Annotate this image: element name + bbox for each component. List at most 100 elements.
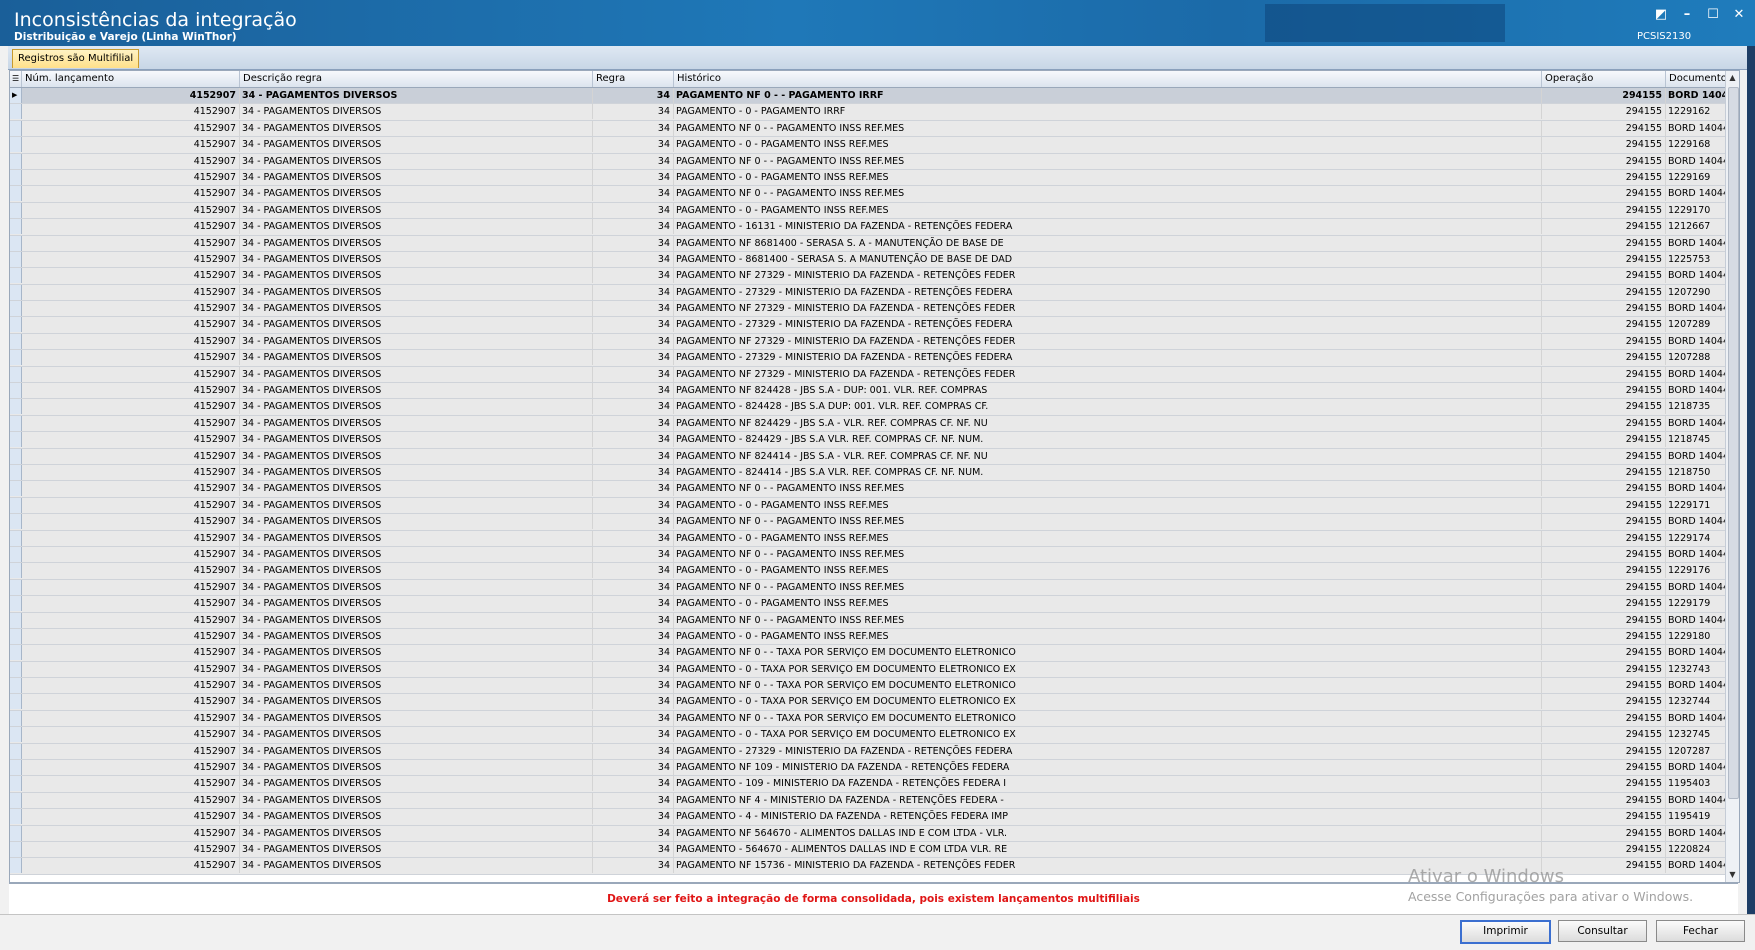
minimize-icon[interactable]: – (1679, 8, 1695, 22)
row-indicator[interactable] (10, 186, 22, 202)
table-row[interactable]: 4152907 34 - PAGAMENTOS DIVERSOS 34 PAGAMEN… (10, 186, 1739, 203)
scroll-thumb[interactable] (1728, 87, 1739, 799)
scroll-down-icon[interactable]: ▼ (1726, 868, 1739, 882)
table-row[interactable]: 4152907 34 - PAGAMENTOS DIVERSOS 34 PAGAMEN… (10, 481, 1739, 498)
table-row[interactable]: 4152907 34 - PAGAMENTOS DIVERSOS 34 PAGAMEN… (10, 694, 1739, 711)
col-header-descricao-regra[interactable]: Descrição regra (240, 71, 593, 87)
table-row[interactable]: 4152907 34 - PAGAMENTOS DIVERSOS 34 PAGAMEN… (10, 399, 1739, 416)
row-indicator[interactable] (10, 727, 22, 743)
row-indicator[interactable] (10, 268, 22, 284)
row-indicator[interactable] (10, 350, 22, 366)
row-indicator[interactable] (10, 104, 22, 120)
row-indicator[interactable] (10, 120, 22, 136)
col-header-documento[interactable]: Documento (1666, 71, 1727, 87)
table-row[interactable]: 4152907 34 - PAGAMENTOS DIVERSOS 34 PAGAMEN… (10, 792, 1739, 810)
row-indicator[interactable] (10, 628, 22, 644)
row-indicator[interactable] (10, 596, 22, 612)
row-indicator[interactable] (10, 841, 22, 857)
row-indicator[interactable] (10, 301, 22, 317)
print-button[interactable]: Imprimir (1460, 920, 1551, 944)
col-header-num-lancamento[interactable]: Núm. lançamento (22, 71, 240, 87)
row-indicator[interactable] (10, 317, 22, 333)
row-selector-arrow-icon[interactable]: ▶ (10, 88, 22, 103)
row-indicator[interactable] (10, 497, 22, 513)
table-row[interactable]: 4152907 34 - PAGAMENTOS DIVERSOS 34 PAGAMEN… (10, 760, 1739, 777)
table-row[interactable]: 4152907 34 - PAGAMENTOS DIVERSOS 34 PAGAMEN… (10, 776, 1739, 793)
row-indicator[interactable] (10, 169, 22, 185)
row-indicator[interactable] (10, 809, 22, 825)
table-row[interactable]: 4152907 34 - PAGAMENTOS DIVERSOS 34 PAGAMEN… (10, 645, 1739, 662)
row-indicator[interactable] (10, 776, 22, 792)
restore-icon[interactable]: ◩ (1653, 8, 1669, 22)
table-row[interactable]: 4152907 34 - PAGAMENTOS DIVERSOS 34 PAGAMEN… (10, 530, 1739, 547)
table-row[interactable]: 4152907 34 - PAGAMENTOS DIVERSOS 34 PAGAMEN… (10, 383, 1739, 400)
table-row[interactable]: 4152907 34 - PAGAMENTOS DIVERSOS 34 PAGAMEN… (10, 137, 1739, 154)
row-indicator[interactable] (10, 432, 22, 448)
table-row[interactable]: 4152907 34 - PAGAMENTOS DIVERSOS 34 PAGAMEN… (10, 661, 1739, 679)
table-row[interactable]: 4152907 34 - PAGAMENTOS DIVERSOS 34 PAGAMEN… (10, 563, 1739, 580)
row-indicator[interactable] (10, 760, 22, 776)
query-button[interactable]: Consultar (1558, 920, 1647, 942)
close-button[interactable]: Fechar (1656, 920, 1745, 942)
table-row[interactable]: 4152907 34 - PAGAMENTOS DIVERSOS 34 PAGAMEN… (10, 710, 1739, 728)
row-indicator[interactable] (10, 383, 22, 399)
table-row[interactable]: 4152907 34 - PAGAMENTOS DIVERSOS 34 PAGAMEN… (10, 120, 1739, 138)
table-row[interactable]: 4152907 34 - PAGAMENTOS DIVERSOS 34 PAGAMEN… (10, 153, 1739, 170)
table-row[interactable]: 4152907 34 - PAGAMENTOS DIVERSOS 34 PAGAMEN… (10, 432, 1739, 449)
row-indicator[interactable] (10, 415, 22, 431)
table-row[interactable]: ▶ 4152907 34 - PAGAMENTOS DIVERSOS 34 PAGAME… (10, 88, 1739, 105)
row-indicator[interactable] (10, 202, 22, 218)
title-bar[interactable]: Inconsistências da integração Distribuiç… (0, 0, 1755, 46)
table-row[interactable]: 4152907 34 - PAGAMENTOS DIVERSOS 34 PAGAMEN… (10, 678, 1739, 695)
table-row[interactable]: 4152907 34 - PAGAMENTOS DIVERSOS 34 PAGAMEN… (10, 104, 1739, 121)
table-row[interactable]: 4152907 34 - PAGAMENTOS DIVERSOS 34 PAGAMEN… (10, 809, 1739, 826)
table-row[interactable]: 4152907 34 - PAGAMENTOS DIVERSOS 34 PAGAMEN… (10, 497, 1739, 515)
table-row[interactable]: 4152907 34 - PAGAMENTOS DIVERSOS 34 PAGAMEN… (10, 514, 1739, 531)
row-indicator[interactable] (10, 645, 22, 661)
table-row[interactable]: 4152907 34 - PAGAMENTOS DIVERSOS 34 PAGAMEN… (10, 366, 1739, 384)
row-indicator[interactable] (10, 612, 22, 628)
table-row[interactable]: 4152907 34 - PAGAMENTOS DIVERSOS 34 PAGAMEN… (10, 841, 1739, 859)
row-indicator[interactable] (10, 219, 22, 235)
row-indicator[interactable] (10, 333, 22, 349)
close-icon[interactable]: ✕ (1731, 8, 1747, 22)
table-row[interactable]: 4152907 34 - PAGAMENTOS DIVERSOS 34 PAGAMEN… (10, 333, 1739, 351)
inconsistencies-grid[interactable]: ☰ Núm. lançamento Descrição regra Regra … (9, 70, 1740, 883)
table-row[interactable]: 4152907 34 - PAGAMENTOS DIVERSOS 34 PAGAMEN… (10, 579, 1739, 597)
row-indicator[interactable] (10, 694, 22, 710)
table-row[interactable]: 4152907 34 - PAGAMENTOS DIVERSOS 34 PAGAMEN… (10, 202, 1739, 220)
row-indicator[interactable] (10, 792, 22, 808)
table-row[interactable]: 4152907 34 - PAGAMENTOS DIVERSOS 34 PAGAMEN… (10, 235, 1739, 252)
row-indicator[interactable] (10, 530, 22, 546)
row-indicator[interactable] (10, 579, 22, 595)
row-indicator[interactable] (10, 464, 22, 480)
row-indicator[interactable] (10, 710, 22, 726)
table-row[interactable]: 4152907 34 - PAGAMENTOS DIVERSOS 34 PAGAMEN… (10, 415, 1739, 433)
table-row[interactable]: 4152907 34 - PAGAMENTOS DIVERSOS 34 PAGAMEN… (10, 268, 1739, 285)
table-row[interactable]: 4152907 34 - PAGAMENTOS DIVERSOS 34 PAGAMEN… (10, 612, 1739, 629)
row-indicator[interactable] (10, 858, 22, 874)
row-indicator[interactable] (10, 514, 22, 530)
table-row[interactable]: 4152907 34 - PAGAMENTOS DIVERSOS 34 PAGAMEN… (10, 251, 1739, 269)
table-row[interactable]: 4152907 34 - PAGAMENTOS DIVERSOS 34 PAGAMEN… (10, 628, 1739, 646)
table-row[interactable]: 4152907 34 - PAGAMENTOS DIVERSOS 34 PAGAMEN… (10, 743, 1739, 761)
row-indicator[interactable] (10, 399, 22, 415)
row-indicator[interactable] (10, 153, 22, 169)
table-row[interactable]: 4152907 34 - PAGAMENTOS DIVERSOS 34 PAGAMEN… (10, 317, 1739, 334)
table-row[interactable]: 4152907 34 - PAGAMENTOS DIVERSOS 34 PAGAMEN… (10, 727, 1739, 744)
col-header-historico[interactable]: Histórico (674, 71, 1542, 87)
row-indicator[interactable] (10, 743, 22, 759)
row-indicator[interactable] (10, 251, 22, 267)
row-indicator[interactable] (10, 563, 22, 579)
tab-registros-multifilial[interactable]: Registros são Multifilial (12, 49, 140, 68)
row-indicator[interactable] (10, 137, 22, 153)
table-row[interactable]: 4152907 34 - PAGAMENTOS DIVERSOS 34 PAGAMEN… (10, 596, 1739, 613)
row-indicator[interactable] (10, 235, 22, 251)
table-row[interactable]: 4152907 34 - PAGAMENTOS DIVERSOS 34 PAGAMEN… (10, 448, 1739, 465)
table-row[interactable]: 4152907 34 - PAGAMENTOS DIVERSOS 34 PAGAMEN… (10, 464, 1739, 482)
table-row[interactable]: 4152907 34 - PAGAMENTOS DIVERSOS 34 PAGAMEN… (10, 169, 1739, 187)
table-row[interactable]: 4152907 34 - PAGAMENTOS DIVERSOS 34 PAGAMEN… (10, 219, 1739, 236)
table-row[interactable]: 4152907 34 - PAGAMENTOS DIVERSOS 34 PAGAMEN… (10, 825, 1739, 842)
row-indicator[interactable] (10, 661, 22, 677)
row-indicator[interactable] (10, 678, 22, 694)
